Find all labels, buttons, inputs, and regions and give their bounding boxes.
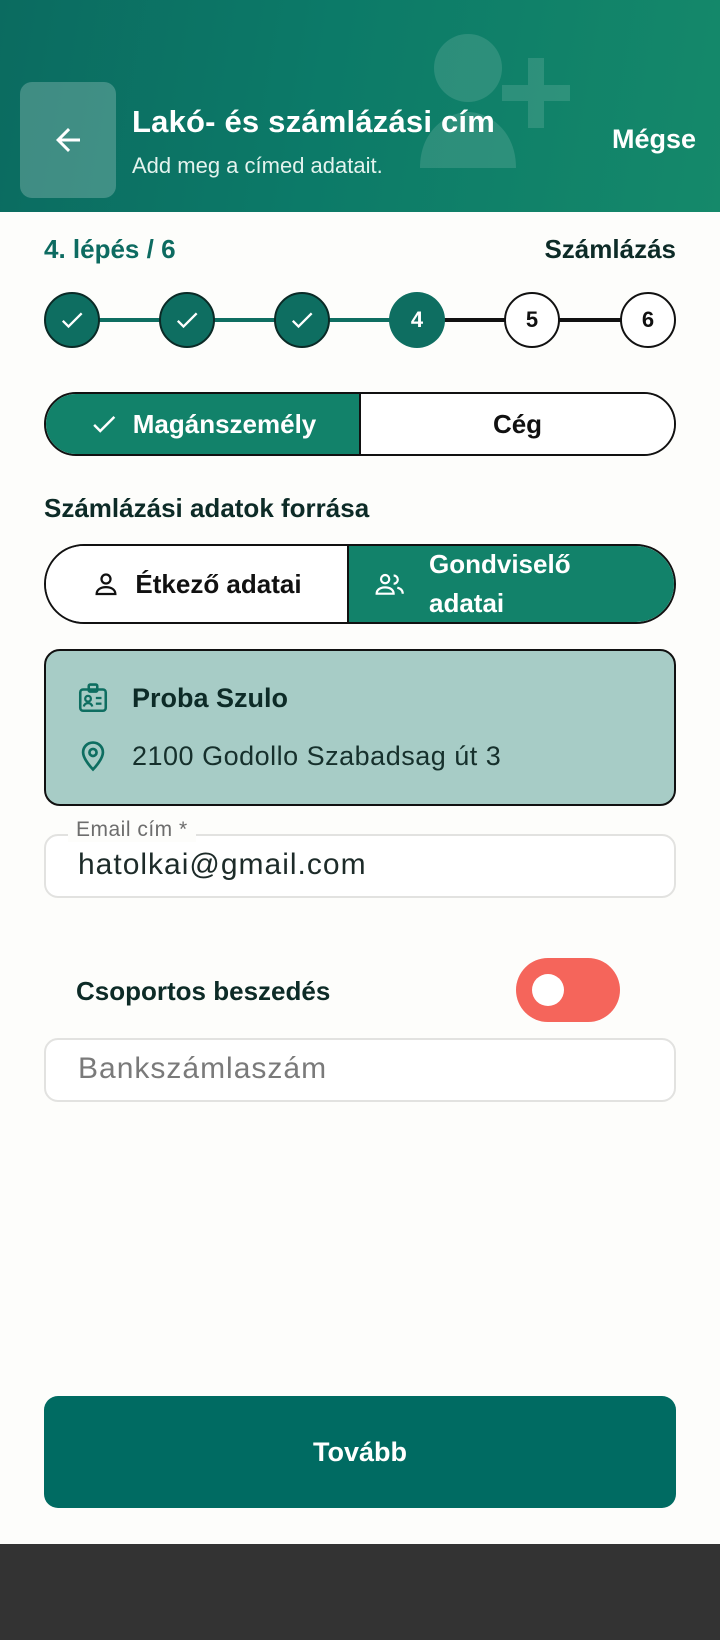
back-button[interactable] [20, 82, 116, 198]
location-pin-icon [81, 741, 105, 772]
billing-source-guardian-line2: adatai [429, 588, 505, 618]
arrow-left-icon [56, 128, 80, 152]
page-subtitle: Add meg a címed adatait. [132, 153, 383, 178]
page-title: Lakó- és számlázási cím [132, 104, 496, 139]
billing-source-selector: Étkező adatai Gondviselő adatai [44, 544, 676, 624]
step-5: 5 [504, 292, 560, 348]
person-type-company-label: Cég [492, 408, 543, 439]
info-address-row: 2100 Godollo Szabadsag út 3 [76, 739, 501, 773]
billing-info-card: Proba Szulo 2100 Godollo Szabadsag út 3 [44, 649, 676, 806]
billing-source-guardian[interactable]: Gondviselő adatai [349, 546, 674, 622]
billing-source-guardian-line1: Gondviselő [429, 549, 571, 579]
stepper: 4 5 6 [44, 292, 676, 348]
billing-source-guardian-label: Gondviselő adatai [429, 546, 571, 622]
next-button[interactable]: Tovább [44, 1396, 676, 1508]
cancel-button[interactable]: Mégse [612, 124, 696, 155]
stepper-line-done [72, 318, 417, 322]
info-address: 2100 Godollo Szabadsag út 3 [132, 740, 502, 771]
email-input[interactable] [78, 848, 654, 882]
info-name: Proba Szulo [132, 682, 289, 713]
step-3-done [274, 292, 330, 348]
bank-account-field [44, 1038, 676, 1102]
toggle-knob [532, 974, 564, 1006]
group-billing-toggle[interactable] [516, 958, 620, 1022]
person-icon [95, 573, 117, 596]
step-name: Számlázás [544, 234, 676, 264]
app-header: Lakó- és számlázási cím Add meg a címed … [0, 0, 720, 212]
step-6: 6 [620, 292, 676, 348]
group-billing-label: Csoportos beszedés [76, 976, 331, 1006]
system-nav-bar [0, 1544, 720, 1640]
person-type-company[interactable]: Cég [361, 394, 674, 454]
person-type-private[interactable]: Magánszemély [46, 394, 359, 454]
check-icon [92, 416, 115, 433]
billing-source-title: Számlázási adatok forrása [44, 493, 370, 523]
id-badge-icon [78, 683, 108, 713]
step-counter: 4. lépés / 6 [44, 234, 176, 264]
step-2-done [159, 292, 215, 348]
info-name-row: Proba Szulo [76, 681, 288, 715]
check-icon [61, 312, 83, 329]
person-type-selector: Magánszemély Cég [44, 392, 676, 456]
check-icon [176, 312, 198, 329]
people-icon [375, 573, 404, 595]
person-type-private-label: Magánszemély [132, 408, 317, 439]
email-field: Email cím * [44, 818, 676, 898]
person-add-icon [420, 34, 570, 168]
email-field-label: Email cím * [68, 818, 196, 842]
billing-source-diner[interactable]: Étkező adatai [46, 546, 347, 622]
check-icon [291, 312, 313, 329]
step-1-done [44, 292, 100, 348]
step-4-active: 4 [389, 292, 445, 348]
bank-account-input[interactable] [78, 1052, 654, 1086]
billing-source-diner-label: Étkező adatai [135, 568, 302, 599]
